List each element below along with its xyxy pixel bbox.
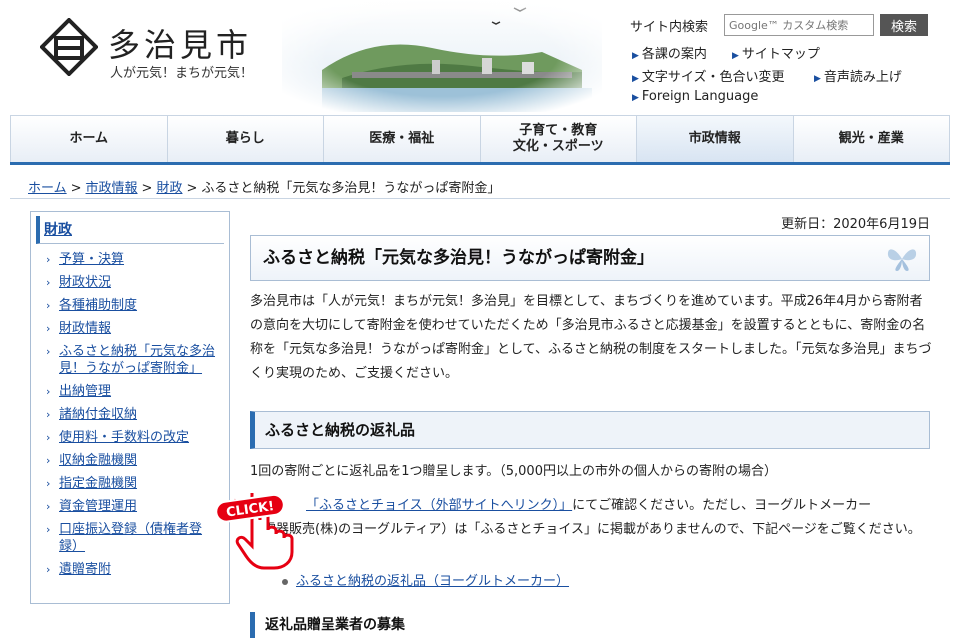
site-header: 多治見市 人が元気！まちが元気！ サイト内検索 検索 ▶各課の案内 ▶サイトマッ… [0, 0, 960, 114]
triangle-right-icon: ▶ [632, 51, 639, 61]
util-link-departments[interactable]: ▶ 各課の案内 [632, 43, 707, 62]
sidebar-item: 出納管理 [31, 383, 229, 400]
yogurt-maker-link[interactable]: ふるさと納税の返礼品（ヨーグルトメーカー） [296, 574, 569, 589]
sidebar-item: 各種補助制度 [31, 297, 229, 314]
triangle-right-icon: ▶ [632, 93, 639, 103]
breadcrumb-separator: > [141, 181, 153, 196]
breadcrumb: ホーム > 市政情報 > 財政 > ふるさと納税「元気な多治見！うながっぱ寄附金」 [28, 177, 500, 196]
nav-item-city-info[interactable]: 市政情報 [637, 116, 794, 162]
nav-item-living[interactable]: 暮らし [167, 116, 324, 162]
sidebar-item-fee-revision[interactable]: 使用料・手数料の改定 [59, 430, 189, 445]
sidebar-item: 口座振込登録（債権者登録） [31, 521, 229, 555]
triangle-right-icon: ▶ [814, 74, 821, 84]
sidebar-item: ふるさと納税「元気な多治見！うながっぱ寄附金」 [31, 343, 229, 377]
breadcrumb-link-city-info[interactable]: 市政情報 [86, 181, 138, 196]
sidebar-item: 収納金融機関 [31, 452, 229, 469]
sidebar-item-fund-management[interactable]: 資金管理運用 [59, 499, 137, 514]
sidebar-item-financial-info[interactable]: 財政情報 [59, 321, 111, 336]
breadcrumb-separator: > [70, 181, 82, 196]
breadcrumb-divider [10, 198, 950, 199]
click-pointer-overlay: CLICK! [215, 493, 294, 570]
nav-item-childcare-education[interactable]: 子育て・教育 文化・スポーツ [480, 116, 637, 162]
sidebar-item: 予算・決算 [31, 251, 229, 268]
sidebar-item-account-registration[interactable]: 口座振込登録（債権者登録） [59, 522, 202, 554]
section-heading-gifts: ふるさと納税の返礼品 [250, 411, 930, 449]
sidebar-item-financial-status[interactable]: 財政状況 [59, 275, 111, 290]
city-landscape-image [282, 0, 602, 112]
sidebar-item: 諸納付金収納 [31, 406, 229, 423]
util-link-text-size-color[interactable]: ▶ 文字サイズ・色合い変更 [632, 66, 785, 85]
butterfly-icon [887, 249, 917, 271]
gifts-paragraph-2: 「ふるさとチョイス（外部サイトへリンク）」にてご確認ください。ただし、ヨーグルト… [250, 494, 932, 542]
intro-paragraph: 多治見市は「人が元気！まちが元気！多治見」を目標として、まちづくりを進めています… [250, 294, 932, 381]
breadcrumb-link-home[interactable]: ホーム [28, 181, 67, 196]
sidebar-heading-link[interactable]: 財政 [44, 222, 72, 238]
sidebar: 財政 予算・決算 財政状況 各種補助制度 財政情報 ふるさと納税「元気な多治見！… [30, 211, 230, 604]
page-title-text: ふるさと納税「元気な多治見！うながっぱ寄附金」 [263, 248, 654, 268]
triangle-right-icon: ▶ [632, 74, 639, 84]
site-title[interactable]: 多治見市 [108, 20, 252, 66]
furusato-choice-link[interactable]: 「ふるさとチョイス（外部サイトへリンク）」 [306, 498, 572, 513]
sidebar-item: 遺贈寄附 [31, 561, 229, 578]
updated-date: 更新日：2020年6月19日 [781, 217, 930, 232]
list-item: ふるさと納税の返礼品（ヨーグルトメーカー） [282, 570, 569, 589]
bullet-icon [282, 578, 288, 585]
page-title: ふるさと納税「元気な多治見！うながっぱ寄附金」 [250, 235, 930, 281]
breadcrumb-current: ふるさと納税「元気な多治見！うながっぱ寄附金」 [201, 181, 501, 196]
nav-item-label: 子育て・教育 文化・スポーツ [512, 122, 604, 154]
sidebar-item-furusato-tax[interactable]: ふるさと納税「元気な多治見！うながっぱ寄附金」 [59, 344, 215, 376]
nav-item-home[interactable]: ホーム [10, 116, 168, 162]
section-heading-vendor-recruitment: 返礼品贈呈業者の募集 [250, 612, 930, 638]
nav-item-medical-welfare[interactable]: 医療・福祉 [324, 116, 481, 162]
util-link-sitemap[interactable]: ▶ サイトマップ [732, 43, 820, 62]
nav-item-tourism-industry[interactable]: 観光・産業 [793, 116, 950, 162]
gifts-paragraph-2-cont: （電器販売(株)のヨーグルティア）は「ふるさとチョイス」に掲載がありませんので、… [250, 522, 921, 537]
site-search-input[interactable] [724, 14, 874, 36]
breadcrumb-link-finance[interactable]: 財政 [156, 181, 182, 196]
sidebar-list: 予算・決算 財政状況 各種補助制度 財政情報 ふるさと納税「元気な多治見！うなが… [31, 251, 229, 578]
sidebar-item-treasury[interactable]: 出納管理 [59, 384, 111, 399]
sidebar-item: 資金管理運用 [31, 498, 229, 515]
sidebar-item-payments[interactable]: 諸納付金収納 [59, 407, 137, 422]
site-slogan: 人が元気！まちが元気！ [110, 66, 254, 81]
sidebar-item-designated-bank[interactable]: 指定金融機関 [59, 476, 137, 491]
sidebar-item: 財政情報 [31, 320, 229, 337]
triangle-right-icon: ▶ [732, 51, 739, 61]
sidebar-item-budget[interactable]: 予算・決算 [59, 252, 124, 267]
util-link-text-to-speech[interactable]: ▶ 音声読み上げ [814, 66, 902, 85]
sidebar-item: 指定金融機関 [31, 475, 229, 492]
city-emblem-icon[interactable] [40, 18, 98, 76]
global-nav: ホーム 暮らし 医療・福祉 子育て・教育 文化・スポーツ 市政情報 観光・産業 [10, 115, 950, 165]
sidebar-item: 使用料・手数料の改定 [31, 429, 229, 446]
gifts-paragraph-2-text: にてご確認ください。ただし、ヨーグルトメーカー [572, 498, 872, 513]
breadcrumb-separator: > [186, 181, 198, 196]
sidebar-item-bequest[interactable]: 遺贈寄附 [59, 562, 111, 577]
gifts-paragraph-1: 1回の寄附ごとに返礼品を1つ贈呈します。（5,000円以上の市外の個人からの寄附… [250, 464, 777, 479]
search-button[interactable]: 検索 [880, 14, 928, 36]
util-link-foreign-language[interactable]: ▶ Foreign Language [632, 89, 758, 104]
sidebar-item: 財政状況 [31, 274, 229, 291]
site-search-label: サイト内検索 [630, 20, 709, 35]
sidebar-heading: 財政 [36, 216, 224, 244]
sidebar-item-subsidies[interactable]: 各種補助制度 [59, 298, 137, 313]
sidebar-item-receiving-banks[interactable]: 収納金融機関 [59, 453, 137, 468]
